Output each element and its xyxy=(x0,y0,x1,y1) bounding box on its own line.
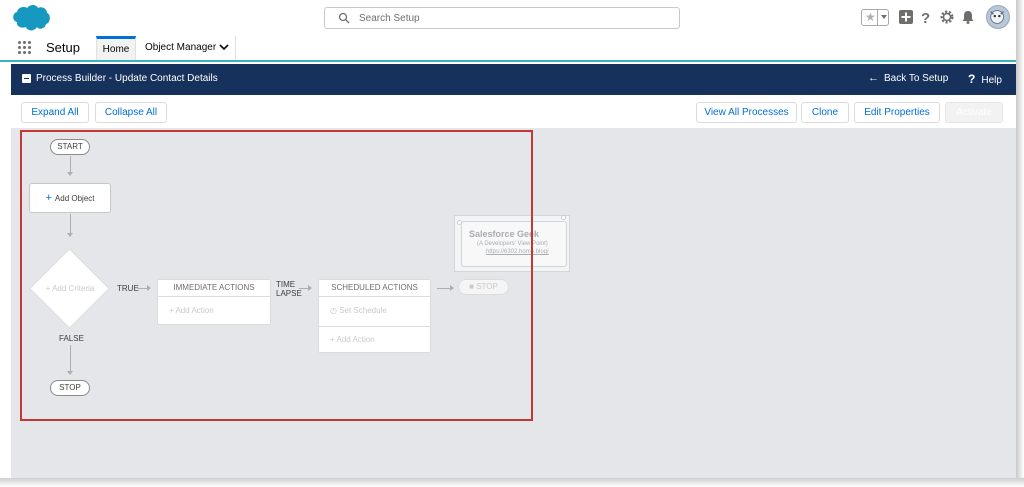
expand-all-button[interactable]: Expand All xyxy=(21,102,89,123)
pin-icon xyxy=(561,215,566,220)
astro-avatar-icon xyxy=(990,10,1004,24)
arrow-left-icon: ← xyxy=(868,72,879,84)
svg-text:?: ? xyxy=(921,10,930,25)
help-icon: ? xyxy=(968,72,976,86)
back-to-setup-label: Back To Setup xyxy=(884,73,949,84)
search-input[interactable] xyxy=(359,10,669,26)
tab-object-manager[interactable]: Object Manager xyxy=(137,36,236,61)
search-setup-box[interactable] xyxy=(324,7,680,29)
salesforce-cloud-logo[interactable] xyxy=(11,4,51,32)
chevron-down-icon[interactable] xyxy=(219,44,229,51)
tab-home[interactable]: Home xyxy=(96,36,136,61)
add-icon[interactable] xyxy=(898,9,914,25)
activate-button[interactable]: Activate xyxy=(945,102,1003,123)
search-icon xyxy=(338,12,350,24)
clone-button[interactable]: Clone xyxy=(801,102,849,123)
setup-gear-icon[interactable] xyxy=(939,9,955,25)
help-link[interactable]: ? Help xyxy=(968,72,1002,86)
app-navigation-bar: Setup Home Object Manager xyxy=(0,36,1016,61)
help-icon[interactable]: ? xyxy=(918,9,934,25)
edit-properties-button[interactable]: Edit Properties xyxy=(854,102,940,123)
tab-object-manager-label: Object Manager xyxy=(145,42,217,53)
avatar[interactable] xyxy=(986,5,1010,29)
collapse-all-button[interactable]: Collapse All xyxy=(95,102,167,123)
view-all-processes-button[interactable]: View All Processes xyxy=(696,102,797,123)
favorites-dropdown[interactable] xyxy=(877,10,889,25)
app-launcher-icon[interactable] xyxy=(17,40,33,56)
app-bar-accent-line xyxy=(0,60,1016,62)
chevron-down-icon xyxy=(881,15,887,19)
global-header: ★ ? xyxy=(0,0,1016,36)
process-builder-header: Process Builder - Update Contact Details… xyxy=(11,64,1016,95)
help-label: Help xyxy=(981,75,1002,86)
notifications-bell-icon[interactable] xyxy=(960,9,976,25)
process-builder-icon xyxy=(22,74,31,83)
highlight-outline xyxy=(20,130,533,421)
process-title: Process Builder - Update Contact Details xyxy=(36,73,218,84)
process-toolbar: Expand All Collapse All View All Process… xyxy=(11,95,1016,128)
page-edge-shadow xyxy=(0,478,1024,487)
favorites-star-icon: ★ xyxy=(865,10,876,24)
favorites-button[interactable]: ★ xyxy=(861,9,889,26)
back-to-setup-link[interactable]: ← Back To Setup xyxy=(868,72,948,84)
app-name: Setup xyxy=(46,40,80,55)
page-edge-shadow xyxy=(1016,0,1024,487)
